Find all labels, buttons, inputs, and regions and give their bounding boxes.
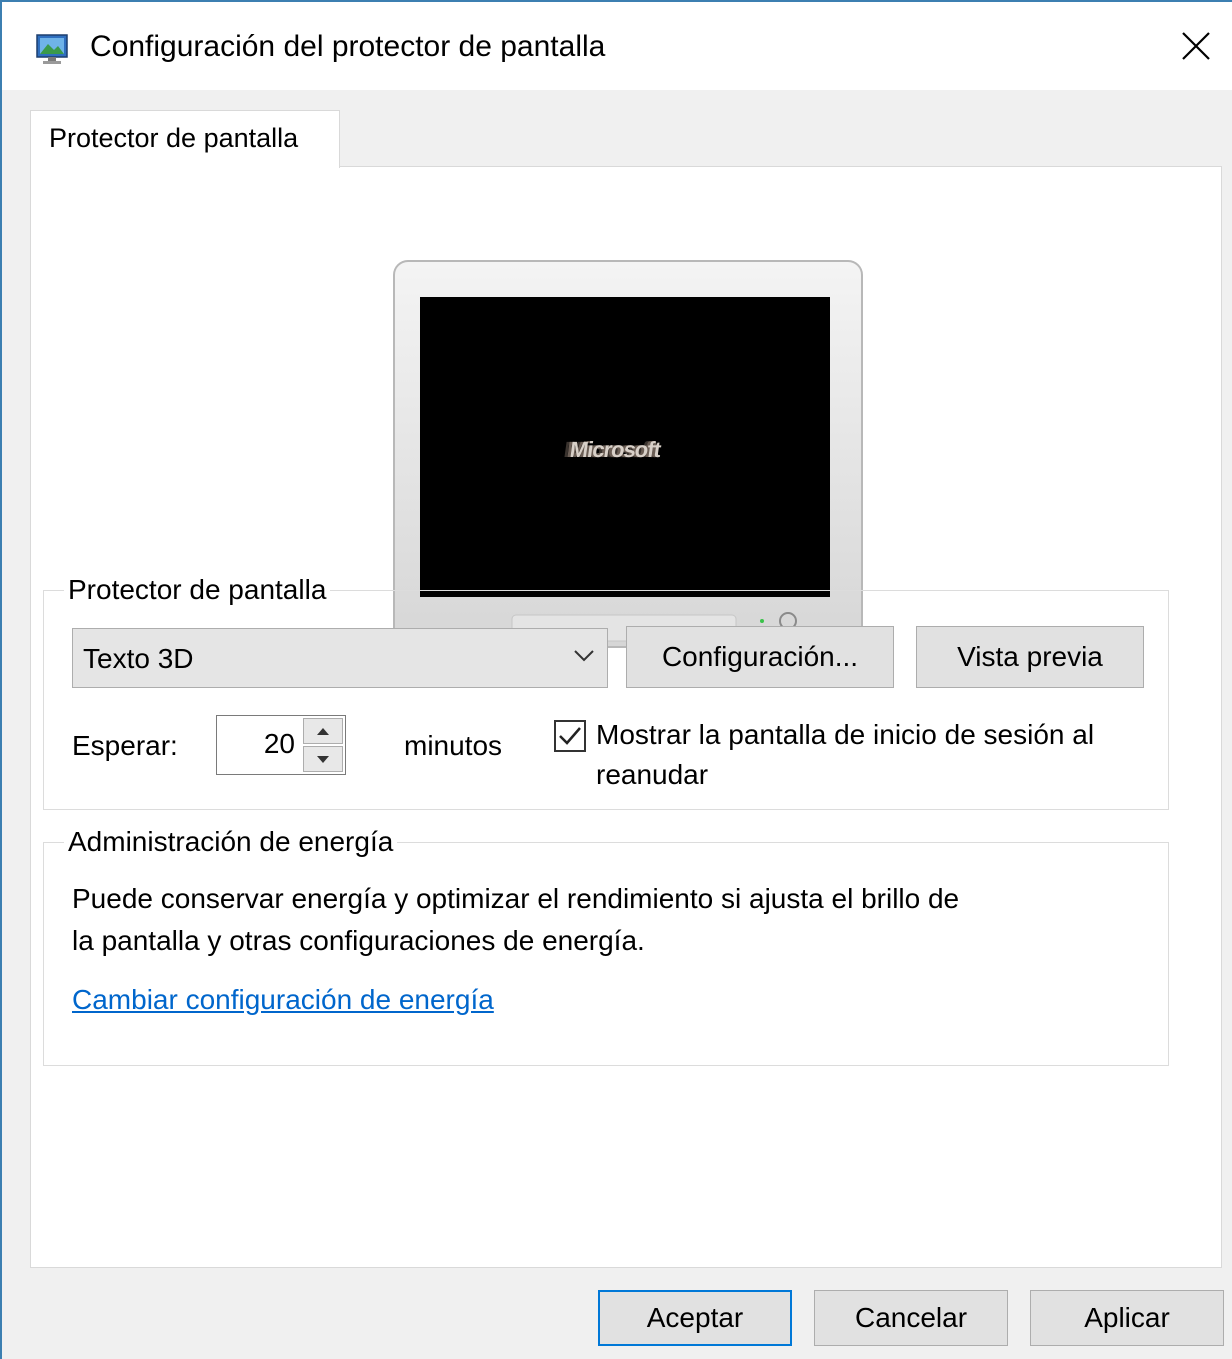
screensaver-select-value: Texto 3D <box>83 643 194 674</box>
minutes-label: minutos <box>404 730 503 761</box>
caret-up-icon <box>317 727 329 735</box>
resume-checkbox-label[interactable]: Mostrar la pantalla de inicio de sesión … <box>596 715 1166 795</box>
settings-button[interactable]: Configuración... <box>626 626 894 688</box>
tab-screensaver[interactable]: Protector de pantalla <box>30 110 340 168</box>
chevron-down-icon <box>574 650 594 662</box>
ok-button[interactable]: Aceptar <box>598 1290 792 1346</box>
preview-button[interactable]: Vista previa <box>916 626 1144 688</box>
wait-minutes-stepper[interactable]: 20 <box>216 715 346 775</box>
title-bar[interactable]: Configuración del protector de pantalla <box>2 2 1232 90</box>
caret-down-icon <box>317 755 329 763</box>
close-icon <box>1182 32 1210 60</box>
wait-minutes-value: 20 <box>263 728 295 759</box>
stepper-down-button[interactable] <box>303 746 343 772</box>
resume-checkbox[interactable] <box>554 720 586 752</box>
power-description: Puede conservar energía y optimizar el r… <box>72 883 960 956</box>
stepper-up-button[interactable] <box>303 718 343 744</box>
screensaver-select[interactable]: Texto 3D <box>72 628 608 688</box>
window-title: Configuración del protector de pantalla <box>90 30 606 63</box>
checkmark-icon <box>559 727 581 745</box>
screensaver-settings-dialog: Configuración del protector de pantalla … <box>0 0 1232 1359</box>
preview-screen: Microsoft <box>420 297 830 597</box>
close-button[interactable] <box>1160 2 1232 90</box>
change-power-settings-link[interactable]: Cambiar configuración de energía <box>72 984 494 1016</box>
wait-label: Esperar: <box>72 730 178 761</box>
cancel-button[interactable]: Cancelar <box>814 1290 1008 1346</box>
screensaver-group-legend: Protector de pantalla <box>68 574 327 605</box>
preview-3d-text: Microsoft <box>568 437 662 462</box>
apply-button[interactable]: Aplicar <box>1030 1290 1224 1346</box>
screensaver-settings-icon <box>36 34 68 64</box>
power-group-legend: Administración de energía <box>68 826 394 857</box>
